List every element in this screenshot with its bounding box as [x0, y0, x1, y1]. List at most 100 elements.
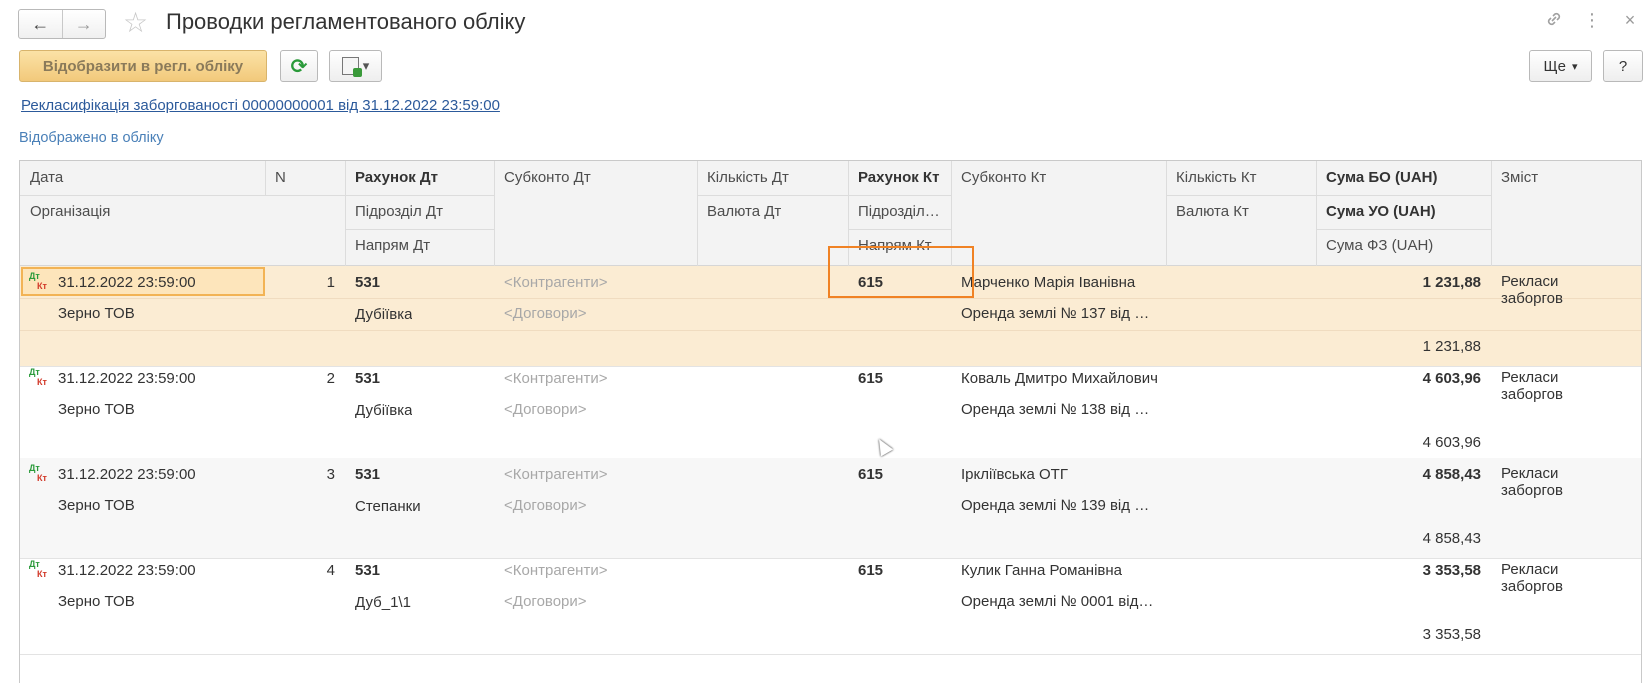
row-subconto-dt-2: <Договори>	[504, 593, 587, 610]
more-label: Ще	[1543, 57, 1566, 75]
row-date: 31.12.2022 23:59:00	[58, 274, 196, 291]
row-content: Рекласи заборгов	[1501, 369, 1563, 403]
row-account-kt: 615	[858, 562, 884, 579]
row-account-dt: 531	[355, 370, 381, 387]
row-subconto-kt-1: Коваль Дмитро Михайлович	[961, 370, 1158, 387]
col-currency-dt[interactable]: Валюта Дт	[697, 195, 848, 229]
window-actions: ⋮ ×	[1544, 10, 1652, 33]
row-content: Рекласи заборгов	[1501, 273, 1563, 307]
refresh-button[interactable]: ⟳	[280, 50, 318, 82]
row-account-kt: 615	[858, 466, 884, 483]
row-account-dt: 531	[355, 274, 381, 291]
row-sum-bo: 3 353,58	[1422, 562, 1481, 579]
row-organization: Зерно ТОВ	[58, 497, 135, 514]
col-subdivision-dt[interactable]: Підрозділ Дт	[345, 195, 494, 229]
col-subconto-dt[interactable]: Субконто Дт	[494, 161, 697, 195]
row-number: 2	[326, 370, 335, 387]
refresh-icon: ⟳	[290, 55, 308, 78]
page-title: Проводки регламентованого обліку	[166, 9, 526, 34]
posting-dt-kt-icon: Дт Кт	[29, 271, 47, 291]
row-subconto-kt-1: Іркліївська ОТГ	[961, 466, 1068, 483]
row-subconto-kt-2: Оренда землі № 0001 від…	[961, 593, 1154, 610]
row-account-kt: 615	[858, 370, 884, 387]
output-button[interactable]: ▾	[329, 50, 382, 82]
posting-status[interactable]: Відображено в обліку	[19, 130, 164, 146]
col-quantity-dt[interactable]: Кількість Дт	[697, 161, 848, 195]
row-number: 1	[326, 274, 335, 291]
row-subdivision-dt: Дубіївка	[355, 402, 413, 419]
row-sum-bo: 4 603,96	[1422, 370, 1481, 387]
row-organization: Зерно ТОВ	[58, 305, 135, 322]
link-icon[interactable]	[1544, 10, 1564, 33]
col-quantity-kt[interactable]: Кількість Кт	[1166, 161, 1316, 195]
table-row[interactable]: Дт Кт 31.12.2022 23:59:00 3 Зерно ТОВ 531…	[20, 458, 1641, 559]
row-subconto-kt-1: Марченко Марія Іванівна	[961, 274, 1136, 291]
title-bar: ← → ☆ Проводки регламентованого обліку ⋮…	[0, 0, 1652, 46]
row-date: 31.12.2022 23:59:00	[58, 370, 196, 387]
row-date: 31.12.2022 23:59:00	[58, 562, 196, 579]
table-row[interactable]: Дт Кт 31.12.2022 23:59:00 4 Зерно ТОВ 531…	[20, 554, 1641, 655]
col-subconto-kt[interactable]: Субконто Кт	[951, 161, 1166, 195]
row-sum-fz: 1 231,88	[1422, 338, 1481, 355]
row-number: 3	[326, 466, 335, 483]
row-sum-fz: 4 603,96	[1422, 434, 1481, 451]
row-account-dt: 531	[355, 562, 381, 579]
row-subconto-dt-2: <Договори>	[504, 497, 587, 514]
row-subconto-dt-1: <Контрагенти>	[504, 466, 608, 483]
row-subconto-dt-2: <Договори>	[504, 401, 587, 418]
chevron-down-icon: ▾	[1571, 60, 1578, 73]
row-subconto-kt-2: Оренда землі № 139 від …	[961, 497, 1150, 514]
row-subconto-dt-1: <Контрагенти>	[504, 274, 608, 291]
posting-dt-kt-icon: Дт Кт	[29, 463, 47, 483]
row-account-dt: 531	[355, 466, 381, 483]
col-content[interactable]: Зміст	[1491, 161, 1641, 195]
row-subconto-dt-1: <Контрагенти>	[504, 562, 608, 579]
col-account-kt[interactable]: Рахунок Кт	[848, 161, 951, 195]
col-sum-uo[interactable]: Сума УО (UAH)	[1316, 195, 1491, 229]
col-sum-fz[interactable]: Сума ФЗ (UAH)	[1316, 229, 1491, 263]
post-to-accounting-button[interactable]: Відобразити в регл. обліку	[19, 50, 267, 82]
row-content: Рекласи заборгов	[1501, 465, 1563, 499]
document-output-icon	[341, 57, 362, 77]
posting-dt-kt-icon: Дт Кт	[29, 559, 47, 579]
help-button[interactable]: ?	[1603, 50, 1643, 82]
col-n[interactable]: N	[265, 161, 345, 195]
col-organization[interactable]: Організація	[20, 195, 345, 229]
row-subconto-dt-2: <Договори>	[504, 305, 587, 322]
row-number: 4	[326, 562, 335, 579]
row-sum-bo: 4 858,43	[1422, 466, 1481, 483]
row-subconto-kt-2: Оренда землі № 137 від …	[961, 305, 1150, 322]
row-date: 31.12.2022 23:59:00	[58, 466, 196, 483]
col-currency-kt[interactable]: Валюта Кт	[1166, 195, 1316, 229]
row-organization: Зерно ТОВ	[58, 593, 135, 610]
row-sum-fz: 4 858,43	[1422, 530, 1481, 547]
document-link[interactable]: Рекласифікація заборгованості 0000000000…	[21, 97, 500, 114]
toolbar: Відобразити в регл. обліку ⟳ ▾ Ще ▾ ?	[0, 50, 1652, 84]
close-icon[interactable]: ×	[1620, 10, 1640, 33]
posting-dt-kt-icon: Дт Кт	[29, 367, 47, 387]
row-subdivision-dt: Дубіївка	[355, 306, 413, 323]
row-sum-fz: 3 353,58	[1422, 626, 1481, 643]
menu-icon[interactable]: ⋮	[1582, 10, 1602, 33]
row-subconto-kt-2: Оренда землі № 138 від …	[961, 401, 1150, 418]
col-account-dt[interactable]: Рахунок Дт	[345, 161, 494, 195]
nav-group: ← →	[18, 9, 106, 39]
row-organization: Зерно ТОВ	[58, 401, 135, 418]
table-row[interactable]: Дт Кт 31.12.2022 23:59:00 2 Зерно ТОВ 531…	[20, 362, 1641, 463]
row-sum-bo: 1 231,88	[1422, 274, 1481, 291]
col-subdivision-kt[interactable]: Підрозділ…	[848, 195, 951, 229]
row-subconto-kt-1: Кулик Ганна Романівна	[961, 562, 1123, 579]
annotation-highlight	[828, 246, 974, 298]
row-content: Рекласи заборгов	[1501, 561, 1563, 595]
chevron-down-icon: ▾	[362, 58, 370, 73]
row-subdivision-dt: Степанки	[355, 498, 421, 515]
col-date[interactable]: Дата	[20, 161, 265, 195]
more-button[interactable]: Ще ▾	[1529, 50, 1592, 82]
col-sum-bo[interactable]: Сума БО (UAH)	[1316, 161, 1491, 195]
back-icon[interactable]: ←	[19, 10, 62, 38]
forward-icon[interactable]: →	[61, 10, 106, 38]
row-subdivision-dt: Дуб_1\1	[355, 594, 411, 611]
postings-table: Дата N Організація Рахунок Дт Підрозділ …	[19, 160, 1642, 683]
star-icon[interactable]: ☆	[123, 7, 148, 39]
col-direction-dt[interactable]: Напрям Дт	[345, 229, 494, 263]
